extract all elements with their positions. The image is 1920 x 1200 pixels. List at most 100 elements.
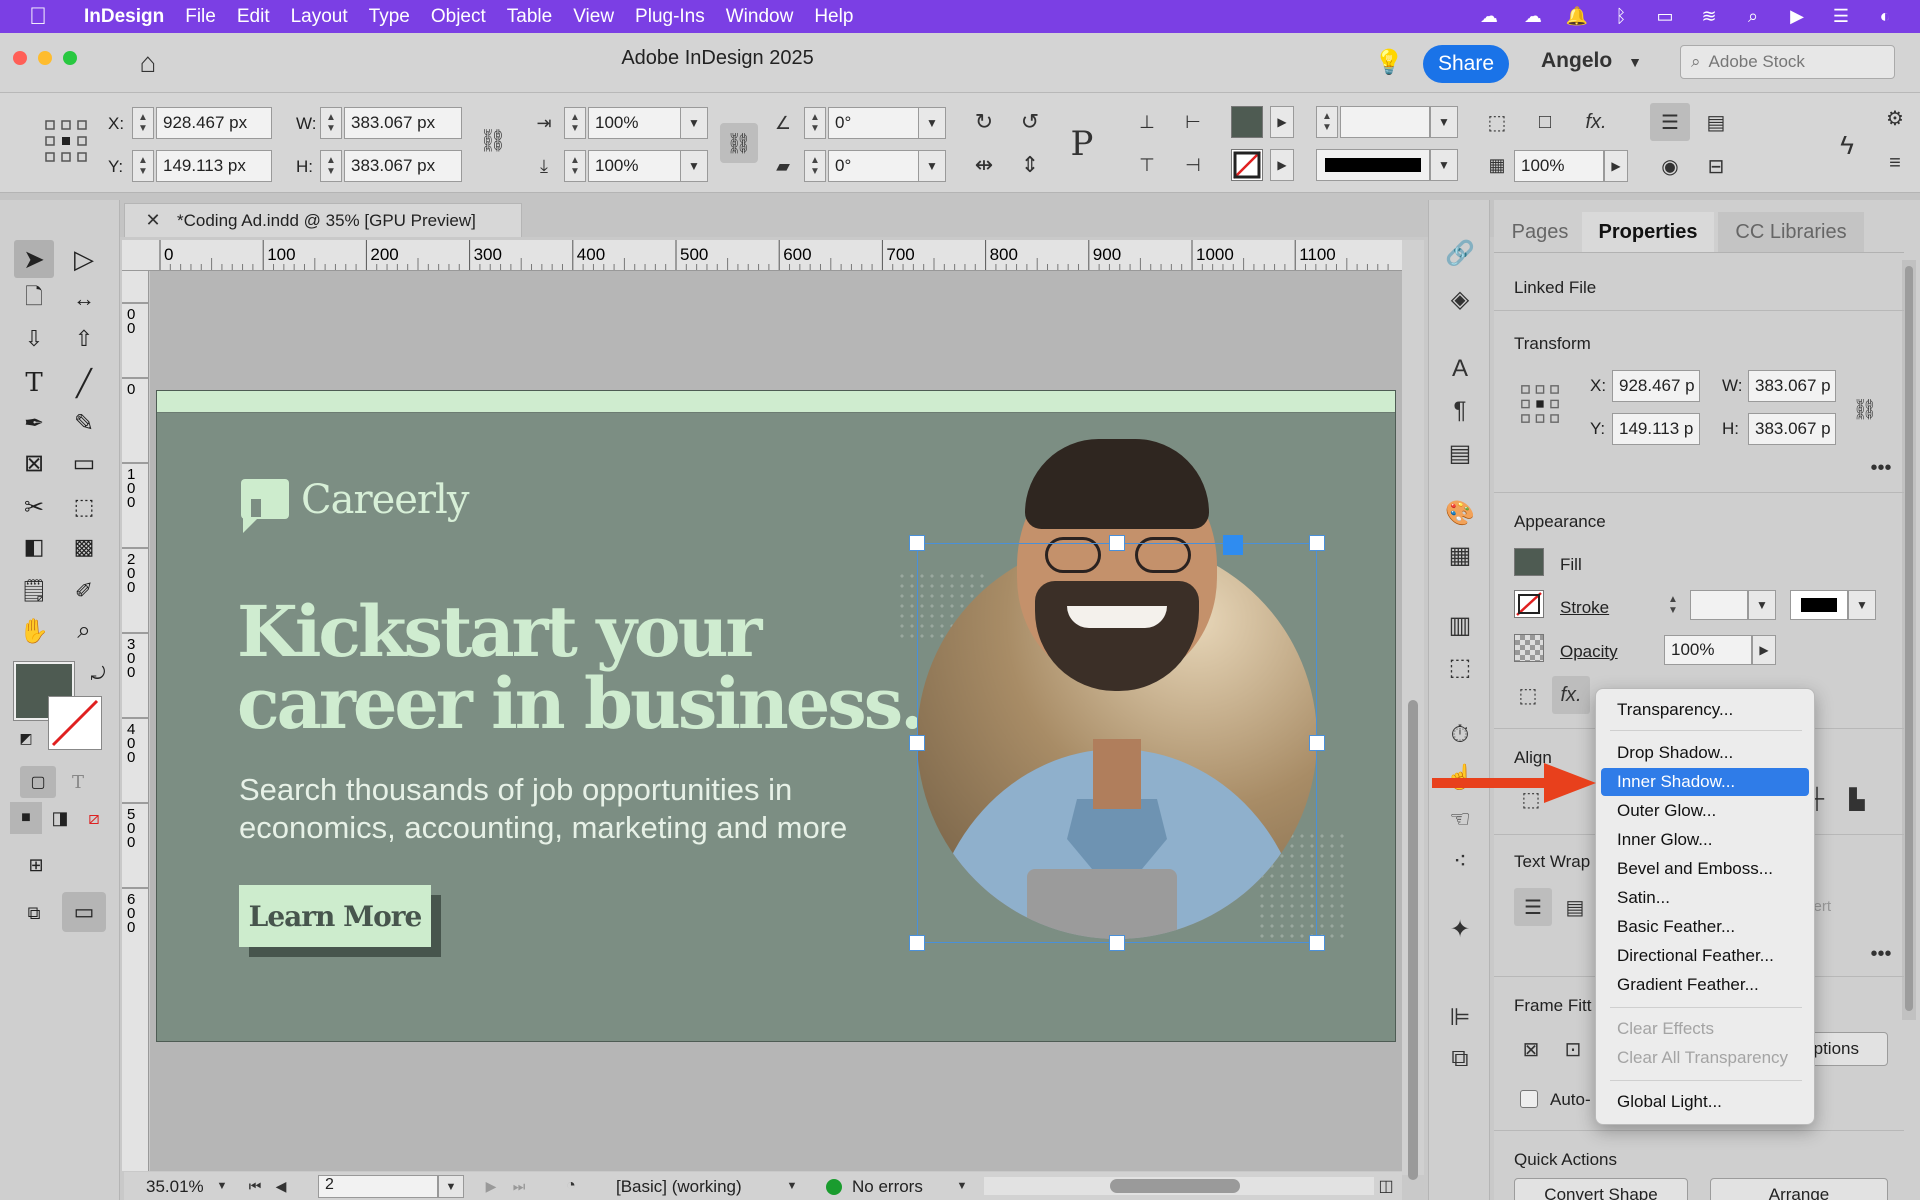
wrap-jump-icon[interactable]: ⊟: [1696, 148, 1736, 184]
next-page-icon[interactable]: ▶: [484, 1176, 498, 1196]
reference-point-icon[interactable]: [44, 119, 88, 163]
chevron-down-icon[interactable]: ▼: [1748, 590, 1776, 620]
stroke-swatch[interactable]: [1514, 590, 1544, 618]
chevron-down-icon[interactable]: ▼: [1430, 149, 1458, 181]
menu-object[interactable]: Object: [431, 6, 486, 28]
frame-corner-icon[interactable]: ⬚: [1480, 105, 1514, 139]
gradient-feather-tool-icon[interactable]: ▩: [64, 528, 104, 566]
spotlight-search-icon[interactable]: ⌕: [1740, 4, 1766, 28]
pen-tool-icon[interactable]: ✒: [14, 404, 54, 442]
type-tool-icon[interactable]: T: [14, 364, 54, 402]
adobe-stock-search[interactable]: ⌕ Adobe Stock: [1680, 45, 1895, 79]
chevron-down-icon[interactable]: ▼: [918, 107, 946, 139]
scale-y-field[interactable]: 100%: [588, 150, 682, 182]
fit-frame-to-content-icon[interactable]: ⊡: [1556, 1032, 1590, 1066]
share-button[interactable]: Share: [1423, 45, 1509, 83]
menu-type[interactable]: Type: [369, 6, 410, 28]
apply-gradient-icon[interactable]: ◨: [44, 802, 76, 834]
chevron-down-icon[interactable]: ▼: [954, 1176, 970, 1196]
pencil-tool-icon[interactable]: ✎: [64, 404, 104, 442]
stroke-label[interactable]: Stroke: [1560, 598, 1609, 618]
menu-item-bevel-emboss[interactable]: Bevel and Emboss...: [1601, 855, 1809, 883]
resize-handle[interactable]: [1109, 935, 1125, 951]
transform-icon[interactable]: ⬚: [1443, 650, 1477, 684]
menu-item-transparency[interactable]: Transparency...: [1601, 696, 1809, 724]
lightning-icon[interactable]: ϟ: [1830, 127, 1864, 163]
menu-item-global-light[interactable]: Global Light...: [1601, 1088, 1809, 1116]
default-colors-icon[interactable]: ◩: [12, 724, 40, 752]
line-tool-icon[interactable]: ╱: [64, 364, 104, 402]
w-field[interactable]: 383.067 px: [344, 107, 462, 139]
siri-icon[interactable]: ◐: [1872, 4, 1898, 28]
rotate-field[interactable]: 0°: [828, 107, 920, 139]
menu-view[interactable]: View: [573, 6, 614, 28]
chevron-down-icon[interactable]: ▼: [438, 1175, 464, 1198]
film-strip-icon[interactable]: ▥: [1443, 608, 1477, 642]
fill-swatch[interactable]: [1514, 548, 1544, 576]
auto-fit-checkbox[interactable]: [1520, 1090, 1538, 1108]
menu-item-satin[interactable]: Satin...: [1601, 884, 1809, 912]
effects-icon[interactable]: ✦: [1443, 912, 1477, 946]
reference-point-icon[interactable]: [1520, 384, 1560, 424]
resize-handle[interactable]: [1109, 535, 1125, 551]
stroke-weight-field[interactable]: [1340, 106, 1430, 138]
control-center-icon[interactable]: ☰: [1828, 4, 1854, 28]
timing-icon[interactable]: ⏱: [1443, 718, 1477, 752]
chevron-down-icon[interactable]: ▼: [214, 1176, 230, 1196]
play-icon[interactable]: ▶: [1784, 4, 1810, 28]
page-number-field[interactable]: 2: [318, 1175, 438, 1198]
color-themes-icon[interactable]: ▦: [1443, 538, 1477, 572]
constrain-proportions-icon[interactable]: ⛓: [1850, 392, 1880, 426]
resize-handle[interactable]: [909, 735, 925, 751]
more-options-icon[interactable]: •••: [1866, 943, 1896, 965]
free-transform-tool-icon[interactable]: ⬚: [64, 488, 104, 526]
formatting-container-icon[interactable]: ▢: [20, 766, 56, 798]
menu-item-gradient-feather[interactable]: Gradient Feather...: [1601, 971, 1809, 999]
tab-cc-libraries[interactable]: CC Libraries: [1718, 212, 1864, 252]
links-icon[interactable]: 🔗: [1443, 236, 1477, 270]
tab-properties[interactable]: Properties: [1582, 212, 1714, 252]
shear-field[interactable]: 0°: [828, 150, 920, 182]
pathfinder-icon[interactable]: ⧉: [1443, 1042, 1477, 1076]
stroke-weight-stepper[interactable]: ▲ ▼: [1316, 106, 1338, 138]
fill-swatch[interactable]: [1231, 106, 1263, 138]
panel-scrollbar[interactable]: [1902, 260, 1916, 1020]
ad-artboard[interactable]: Careerly Kickstart your career in busine…: [156, 390, 1396, 1042]
flip-horizontal-icon[interactable]: ⇹: [966, 148, 1002, 182]
zoom-tool-icon[interactable]: ⌕: [64, 612, 104, 650]
scale-x-field[interactable]: 100%: [588, 107, 682, 139]
convert-shape-button[interactable]: Convert Shape: [1514, 1178, 1688, 1200]
flip-indicator-icon[interactable]: P: [1058, 119, 1106, 169]
constrain-proportions-icon[interactable]: ⛓: [478, 123, 508, 159]
scroll-thumb[interactable]: [1408, 700, 1418, 1180]
lightbulb-icon[interactable]: 💡: [1374, 45, 1404, 79]
chevron-down-icon[interactable]: ▼: [1848, 590, 1876, 620]
opacity-field[interactable]: 100%: [1664, 635, 1752, 665]
more-options-icon[interactable]: •••: [1866, 457, 1896, 479]
panel-w-field[interactable]: 383.067 p: [1748, 370, 1836, 402]
document-tab[interactable]: ✕ *Coding Ad.indd @ 35% [GPU Preview]: [124, 203, 522, 237]
battery-icon[interactable]: ▭: [1652, 4, 1678, 28]
menu-table[interactable]: Table: [507, 6, 552, 28]
menu-help[interactable]: Help: [814, 6, 853, 28]
resize-handle[interactable]: [1309, 735, 1325, 751]
user-menu[interactable]: Angelo: [1541, 49, 1612, 73]
rotate-stepper[interactable]: ▲ ▼: [804, 107, 826, 139]
select-previous-icon[interactable]: ⊢: [1174, 105, 1212, 139]
scroll-thumb[interactable]: [1905, 266, 1913, 1011]
frame-corner-icon[interactable]: ⬚: [1512, 678, 1544, 712]
menu-item-basic-feather[interactable]: Basic Feather...: [1601, 913, 1809, 941]
panel-menu-icon[interactable]: ≡: [1880, 148, 1910, 178]
resize-handle[interactable]: [909, 535, 925, 551]
bluetooth-icon[interactable]: ᛒ: [1608, 4, 1634, 28]
resize-handle[interactable]: [1309, 535, 1325, 551]
chevron-down-icon[interactable]: ▼: [680, 150, 708, 182]
select-content-icon[interactable]: ⊤: [1130, 148, 1164, 182]
close-icon[interactable]: ✕: [139, 207, 167, 235]
stroke-type-select[interactable]: [1790, 590, 1848, 620]
scissors-tool-icon[interactable]: ✂: [14, 488, 54, 526]
y-stepper[interactable]: ▲ ▼: [132, 150, 154, 182]
fx-icon[interactable]: fx.: [1576, 105, 1616, 139]
align-icon[interactable]: ⊫: [1443, 1000, 1477, 1034]
minimize-window-button[interactable]: [38, 51, 52, 65]
